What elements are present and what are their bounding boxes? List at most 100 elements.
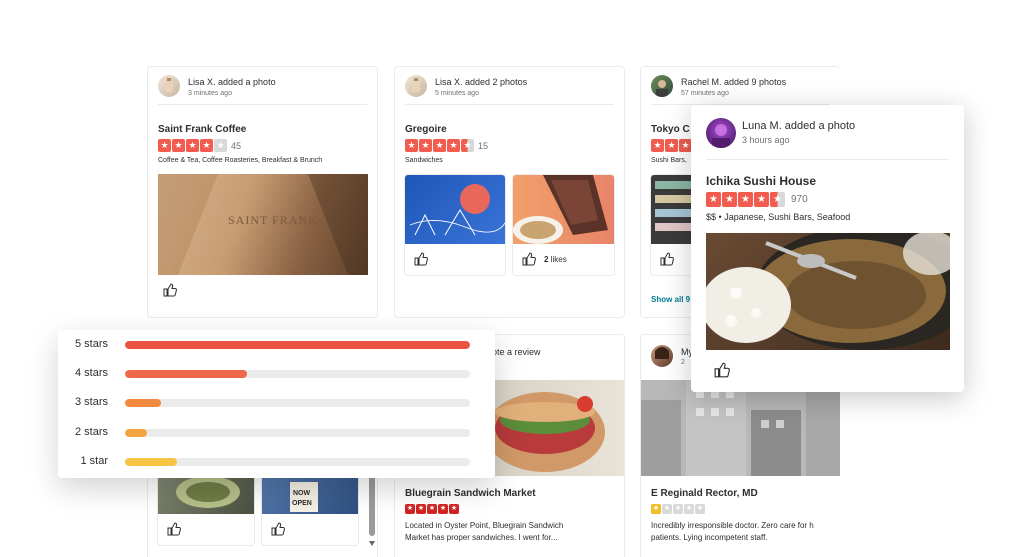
star-icon: ★ xyxy=(695,504,705,514)
star-icon: ★ xyxy=(684,504,694,514)
avatar[interactable] xyxy=(651,345,673,367)
activity-text[interactable]: Lisa X. added a photo xyxy=(188,77,276,87)
rating-bar-track xyxy=(125,458,470,466)
star-icon: ★ xyxy=(186,139,199,152)
show-all-photos-link[interactable]: Show all 9 xyxy=(651,295,690,304)
likes-label[interactable]: 2 likes xyxy=(544,255,567,264)
rating-bar-track xyxy=(125,399,470,407)
thumbs-up-icon[interactable] xyxy=(163,283,177,297)
avatar[interactable] xyxy=(651,75,673,97)
rating-bar-track xyxy=(125,341,470,349)
avatar[interactable] xyxy=(706,118,736,148)
review-snippet-line: Located in Oyster Point, Bluegrain Sandw… xyxy=(405,521,564,530)
star-icon: ★ xyxy=(754,192,769,207)
star-icon: ★ xyxy=(200,139,213,152)
star-rating: ★ ★ ★ ★ ★ xyxy=(706,192,785,207)
review-snippet: Incredibly irresponsible doctor. Zero ca… xyxy=(651,520,840,544)
review-snippet-line: Incredibly irresponsible doctor. Zero ca… xyxy=(651,521,814,530)
business-name[interactable]: Tokyo C xyxy=(651,124,690,135)
activity-time: 5 minutes ago xyxy=(435,90,479,97)
activity-text[interactable]: Lisa X. added 2 photos xyxy=(435,77,527,87)
activity-text[interactable]: ote a review xyxy=(492,347,541,357)
business-name[interactable]: Saint Frank Coffee xyxy=(158,124,246,135)
rating-label: 4 stars xyxy=(74,367,108,379)
star-icon: ★ xyxy=(405,504,415,514)
activity-time: 3 hours ago xyxy=(742,135,790,145)
star-icon: ★ xyxy=(673,504,683,514)
thumbs-up-icon[interactable] xyxy=(167,522,181,536)
price-and-categories: $$ • Japanese, Sushi Bars, Seafood xyxy=(706,212,850,222)
categories: Sandwiches xyxy=(405,157,443,164)
divider xyxy=(706,159,949,160)
business-photo[interactable] xyxy=(701,226,964,350)
rating-bar-track xyxy=(125,429,470,437)
star-rating: ★ ★ ★ ★ ★ xyxy=(158,139,227,152)
review-snippet: Located in Oyster Point, Bluegrain Sandw… xyxy=(405,520,620,544)
categories: Japanese, Sushi Bars, Seafood xyxy=(724,212,851,222)
business-photo[interactable]: SAINT FRANK xyxy=(158,174,368,275)
rating-bar-fill xyxy=(125,399,162,407)
star-icon: ★ xyxy=(214,139,227,152)
rating-label: 3 stars xyxy=(74,396,108,408)
star-icon: ★ xyxy=(433,139,446,152)
likes-count: 2 xyxy=(544,255,549,264)
thumbs-up-icon[interactable] xyxy=(660,252,674,266)
business-photo[interactable] xyxy=(513,175,614,244)
photo-tile[interactable] xyxy=(404,174,506,276)
photo-tile[interactable]: 2 likes xyxy=(512,174,615,276)
rating-breakdown-panel: 5 stars 4 stars 3 stars 2 stars 1 star xyxy=(58,330,495,478)
activity-header: Lisa X. added 2 photos 5 minutes ago xyxy=(405,75,614,105)
separator-dot: • xyxy=(718,212,722,222)
rating-bar-track xyxy=(125,370,470,378)
activity-text[interactable]: Luna M. added a photo xyxy=(742,120,855,132)
rating-label: 2 stars xyxy=(74,426,108,438)
business-photo[interactable] xyxy=(641,380,840,476)
star-icon: ★ xyxy=(651,139,664,152)
rating-label: 5 stars xyxy=(74,338,108,350)
activity-header: Lisa X. added a photo 3 minutes ago xyxy=(158,75,367,105)
activity-text[interactable]: Rachel M. added 9 photos xyxy=(681,77,786,87)
thumbs-up-icon[interactable] xyxy=(522,252,536,266)
categories: Sushi Bars, xyxy=(651,157,687,164)
feed-card-saint-frank: Lisa X. added a photo 3 minutes ago Sain… xyxy=(147,66,378,318)
activity-time: 2 xyxy=(681,359,685,366)
rating-row-3[interactable]: 3 stars xyxy=(58,388,495,417)
sign-text: NOW xyxy=(293,490,311,497)
business-name[interactable]: Bluegrain Sandwich Market xyxy=(405,488,536,499)
rating-row-5[interactable]: 5 stars xyxy=(58,330,495,359)
likes-word: likes xyxy=(550,255,567,264)
star-icon: ★ xyxy=(461,139,474,152)
feed-card-gregoire: Lisa X. added 2 photos 5 minutes ago Gre… xyxy=(394,66,625,318)
star-rating: ★ ★ ★ ★ ★ xyxy=(405,504,459,514)
avatar[interactable] xyxy=(158,75,180,97)
thumbs-up-icon[interactable] xyxy=(271,522,285,536)
star-icon: ★ xyxy=(722,192,737,207)
thumbs-up-icon[interactable] xyxy=(414,252,428,266)
scroll-down-arrow-icon[interactable] xyxy=(369,541,375,546)
review-count: 45 xyxy=(231,141,242,151)
star-icon: ★ xyxy=(662,504,672,514)
review-snippet-line: Market has proper sandwiches. I went for… xyxy=(405,533,558,542)
rating-row-1[interactable]: 1 star xyxy=(58,447,495,476)
rating-bar-fill xyxy=(125,341,470,349)
business-name[interactable]: E Reginald Rector, MD xyxy=(651,488,758,499)
activity-time: 3 minutes ago xyxy=(188,90,232,97)
business-name[interactable]: Ichika Sushi House xyxy=(706,174,816,188)
business-photo[interactable] xyxy=(405,175,505,244)
star-rating: ★ ★ ★ ★ ★ xyxy=(651,504,705,514)
star-icon: ★ xyxy=(665,139,678,152)
rating-row-2[interactable]: 2 stars xyxy=(58,418,495,447)
activity-header: Rachel M. added 9 photos 57 minutes ago xyxy=(651,75,830,105)
review-count: 15 xyxy=(478,141,489,151)
categories: Coffee & Tea, Coffee Roasteries, Breakfa… xyxy=(158,157,323,164)
rating-bar-fill xyxy=(125,429,148,437)
business-name[interactable]: Gregoire xyxy=(405,124,447,135)
star-icon: ★ xyxy=(447,139,460,152)
thumbs-up-icon[interactable] xyxy=(714,362,730,378)
rating-row-4[interactable]: 4 stars xyxy=(58,359,495,388)
star-rating: ★ ★ ★ xyxy=(651,139,692,152)
featured-photo-card: Luna M. added a photo 3 hours ago Ichika… xyxy=(691,105,964,392)
star-icon: ★ xyxy=(172,139,185,152)
star-icon: ★ xyxy=(158,139,171,152)
avatar[interactable] xyxy=(405,75,427,97)
